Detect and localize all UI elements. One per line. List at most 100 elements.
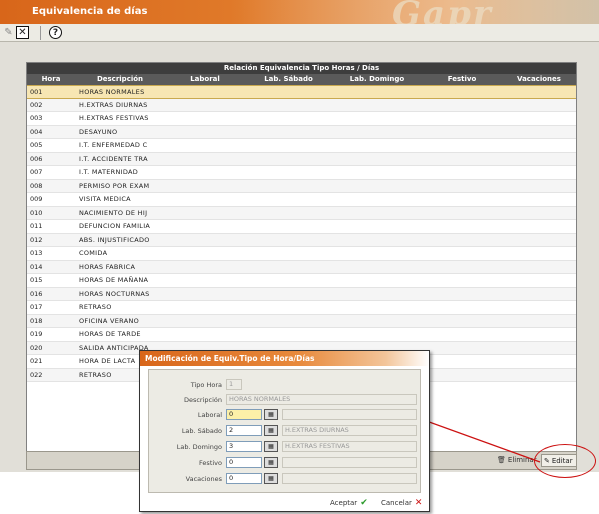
- grid-header: Hora Descripción Laboral Lab. Sábado Lab…: [27, 74, 576, 85]
- tipo-hora-value: 1: [226, 379, 242, 390]
- cell-hora: 007: [30, 168, 43, 176]
- cell-descripcion: ABS. INJUSTIFICADO: [79, 235, 150, 244]
- window-titlebar: Gapr Equivalencia de días: [0, 0, 599, 34]
- column-header-descripcion[interactable]: Descripción: [75, 74, 165, 85]
- table-row[interactable]: 005 I.T. ENFERMEDAD C: [27, 139, 576, 153]
- festivo-input[interactable]: 0: [226, 457, 262, 468]
- lookup-icon[interactable]: ▦: [264, 409, 278, 420]
- column-header-hora[interactable]: Hora: [27, 74, 75, 85]
- cell-hora: 011: [30, 222, 43, 230]
- cell-descripcion: NACIMIENTO DE HIJ: [79, 208, 148, 217]
- window-title: Equivalencia de días: [32, 6, 148, 17]
- cell-hora: 005: [30, 141, 43, 149]
- column-header-lab-sabado[interactable]: Lab. Sábado: [245, 74, 332, 85]
- field-row-vacaciones: Vacaciones 0 ▦: [149, 473, 422, 485]
- lab-domingo-label: Lab. Domingo: [176, 443, 222, 451]
- lookup-icon[interactable]: ▦: [264, 457, 278, 468]
- help-icon[interactable]: ?: [49, 26, 62, 39]
- cell-descripcion: COMIDA: [79, 249, 108, 257]
- lookup-icon[interactable]: ▦: [264, 425, 278, 436]
- table-row[interactable]: 004 DESAYUNO: [27, 125, 576, 139]
- grid-title: Relación Equivalencia Tipo Horas / Días: [27, 63, 576, 74]
- table-row[interactable]: 001 HORAS NORMALES: [27, 85, 576, 99]
- cell-hora: 012: [30, 235, 43, 244]
- column-header-laboral[interactable]: Laboral: [165, 74, 245, 85]
- descripcion-value: HORAS NORMALES: [226, 394, 417, 405]
- table-row[interactable]: 013 COMIDA: [27, 247, 576, 261]
- cell-descripcion: HORAS DE MAÑANA: [79, 276, 149, 284]
- eliminar-button[interactable]: 🗑 Eliminar: [497, 456, 537, 464]
- cell-descripcion: HORAS NOCTURNAS: [79, 289, 150, 298]
- cell-descripcion: HORAS NORMALES: [79, 88, 145, 96]
- dialog-footer: Aceptar ✔ Cancelar ✕: [140, 496, 429, 511]
- field-row-lab-sabado: Lab. Sábado 2 ▦ H.EXTRAS DIURNAS: [149, 425, 422, 437]
- table-row[interactable]: 007 I.T. MATERNIDAD: [27, 166, 576, 180]
- cell-descripcion: OFICINA VERANO: [79, 316, 140, 325]
- eliminar-label: Eliminar: [507, 456, 537, 464]
- edit-dialog: Modificación de Equiv.Tipo de Hora/Días …: [139, 350, 430, 512]
- lab-sabado-input[interactable]: 2: [226, 425, 262, 436]
- cell-descripcion: VISITA MEDICA: [79, 195, 131, 203]
- table-row[interactable]: 016 HORAS NOCTURNAS: [27, 287, 576, 301]
- toolbar-separator: [40, 26, 41, 40]
- cell-descripcion: I.T. MATERNIDAD: [79, 168, 139, 176]
- lab-domingo-input[interactable]: 3: [226, 441, 262, 452]
- table-row[interactable]: 010 NACIMIENTO DE HIJ: [27, 206, 576, 220]
- cell-hora: 020: [30, 343, 43, 352]
- cell-hora: 010: [30, 208, 43, 217]
- table-row[interactable]: 018 OFICINA VERANO: [27, 314, 576, 328]
- table-row[interactable]: 017 RETRASO: [27, 301, 576, 315]
- cell-hora: 008: [30, 181, 43, 190]
- column-header-vacaciones[interactable]: Vacaciones: [502, 74, 576, 85]
- cell-descripcion: DESAYUNO: [79, 127, 118, 136]
- cell-descripcion: RETRASO: [79, 303, 112, 311]
- highlight-ellipse: [534, 444, 596, 478]
- cell-descripcion: HORAS DE TARDE: [79, 330, 141, 338]
- table-row[interactable]: 015 HORAS DE MAÑANA: [27, 274, 576, 288]
- cell-hora: 016: [30, 289, 43, 298]
- vacaciones-input[interactable]: 0: [226, 473, 262, 484]
- cell-hora: 022: [30, 370, 43, 379]
- cell-hora: 001: [30, 88, 43, 96]
- pencil-icon[interactable]: ✎: [2, 26, 15, 39]
- table-row[interactable]: 006 I.T. ACCIDENTE TRA: [27, 152, 576, 166]
- cell-descripcion: HORAS FABRICA: [79, 262, 136, 271]
- table-row[interactable]: 008 PERMISO POR EXAM: [27, 179, 576, 193]
- table-row[interactable]: 012 ABS. INJUSTIFICADO: [27, 233, 576, 247]
- cell-hora: 002: [30, 100, 43, 109]
- column-header-lab-domingo[interactable]: Lab. Domingo: [332, 74, 422, 85]
- dialog-body: Tipo Hora 1 Descripción HORAS NORMALES L…: [148, 369, 421, 493]
- table-row[interactable]: 003 H.EXTRAS FESTIVAS: [27, 112, 576, 126]
- field-row-tipo-hora: Tipo Hora 1: [149, 379, 422, 391]
- aceptar-label: Aceptar: [330, 499, 358, 507]
- laboral-desc: [282, 409, 417, 420]
- cancelar-button[interactable]: Cancelar ✕: [381, 498, 422, 508]
- cell-hora: 004: [30, 127, 43, 136]
- cell-descripcion: PERMISO POR EXAM: [79, 181, 150, 190]
- festivo-label: Festivo: [199, 459, 222, 467]
- cell-descripcion: H.EXTRAS FESTIVAS: [79, 114, 149, 122]
- table-row[interactable]: 019 HORAS DE TARDE: [27, 328, 576, 342]
- vacaciones-desc: [282, 473, 417, 484]
- cell-hora: 019: [30, 330, 43, 338]
- table-row[interactable]: 014 HORAS FABRICA: [27, 260, 576, 274]
- laboral-label: Laboral: [197, 411, 222, 419]
- lookup-icon[interactable]: ▦: [264, 473, 278, 484]
- table-row[interactable]: 011 DEFUNCION FAMILIA: [27, 220, 576, 234]
- table-row[interactable]: 009 VISITA MEDICA: [27, 193, 576, 207]
- laboral-input[interactable]: 0: [226, 409, 262, 420]
- cell-hora: 013: [30, 249, 43, 257]
- toolbar: ✎ ✕ ?: [0, 24, 599, 42]
- aceptar-button[interactable]: Aceptar ✔: [330, 498, 368, 508]
- column-header-festivo[interactable]: Festivo: [422, 74, 502, 85]
- cell-descripcion: I.T. ACCIDENTE TRA: [79, 154, 148, 163]
- close-icon[interactable]: ✕: [16, 26, 29, 39]
- field-row-descripcion: Descripción HORAS NORMALES: [149, 394, 422, 406]
- lookup-icon[interactable]: ▦: [264, 441, 278, 452]
- lab-sabado-desc: H.EXTRAS DIURNAS: [282, 425, 417, 436]
- grid-rows: 001 HORAS NORMALES 002 H.EXTRAS DIURNAS 003 H…: [27, 85, 576, 382]
- cell-descripcion: H.EXTRAS DIURNAS: [79, 100, 148, 109]
- cell-hora: 021: [30, 357, 43, 365]
- cancelar-label: Cancelar: [381, 499, 412, 507]
- table-row[interactable]: 002 H.EXTRAS DIURNAS: [27, 98, 576, 112]
